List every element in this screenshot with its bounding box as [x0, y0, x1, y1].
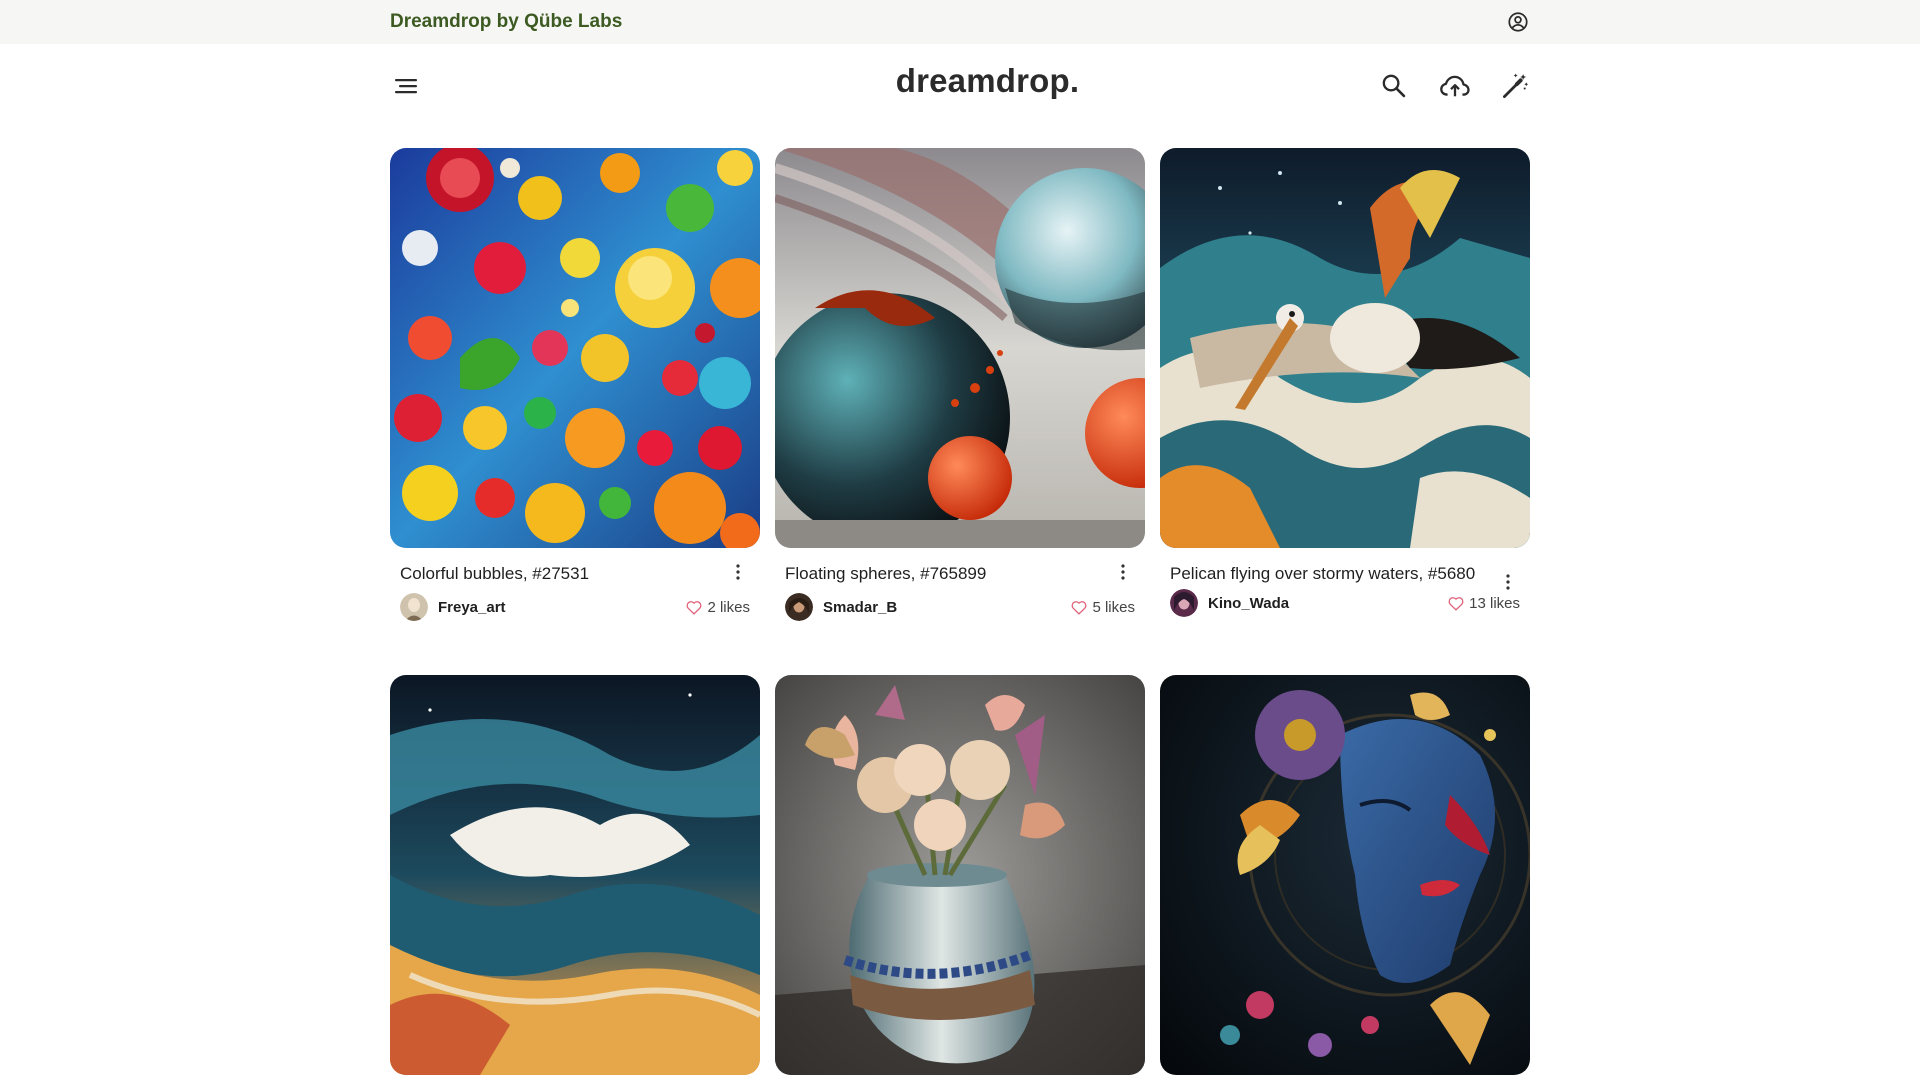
app-header: dreamdrop.	[0, 44, 1920, 124]
heart-icon	[1448, 596, 1464, 611]
floral-portrait-artwork	[1160, 675, 1530, 1075]
card-info: Floating spheres, #765899 Smadar_B 5 lik…	[775, 548, 1145, 621]
card-info: Colorful bubbles, #27531 Freya_art 2 lik…	[390, 548, 760, 621]
cloud-upload-icon	[1440, 75, 1470, 97]
artwork-image[interactable]	[775, 148, 1145, 548]
more-vertical-icon	[736, 564, 740, 580]
more-options-button[interactable]	[1113, 560, 1133, 584]
image-gallery: Colorful bubbles, #27531 Freya_art 2 lik…	[390, 148, 1532, 1075]
top-brand-bar: Dreamdrop by Qübe Labs	[0, 0, 1920, 44]
card-title[interactable]: Floating spheres, #765899	[785, 560, 1135, 587]
card-meta: Freya_art 2 likes	[400, 593, 750, 621]
likes-button[interactable]: 13 likes	[1448, 595, 1520, 612]
more-vertical-icon	[1121, 564, 1125, 580]
search-icon	[1382, 74, 1406, 98]
card-info: Pelican flying over stormy waters, #5680…	[1160, 548, 1530, 617]
heart-icon	[1072, 600, 1087, 615]
likes-count: 5 likes	[1092, 598, 1135, 616]
account-circle-icon	[1508, 12, 1528, 32]
author-name[interactable]: Kino_Wada	[1208, 595, 1289, 612]
author-name[interactable]: Freya_art	[438, 599, 506, 616]
menu-button[interactable]	[390, 70, 422, 102]
gallery-card	[390, 675, 760, 1075]
flower-vase-artwork	[775, 675, 1145, 1075]
card-title[interactable]: Colorful bubbles, #27531	[400, 560, 750, 587]
likes-count: 13 likes	[1469, 594, 1520, 612]
author-name[interactable]: Smadar_B	[823, 599, 897, 616]
upload-button[interactable]	[1437, 68, 1473, 104]
gallery-card: Floating spheres, #765899 Smadar_B 5 lik…	[775, 148, 1145, 675]
artwork-image[interactable]	[1160, 675, 1530, 1075]
card-meta: Kino_Wada 13 likes	[1170, 589, 1520, 617]
heart-icon	[687, 600, 702, 615]
artwork-image[interactable]	[390, 675, 760, 1075]
app-logo: dreamdrop.	[895, 62, 1080, 99]
artwork-image[interactable]	[775, 675, 1145, 1075]
colorful-bubbles-artwork	[390, 148, 760, 548]
avatar[interactable]	[785, 593, 813, 621]
likes-button[interactable]: 5 likes	[1071, 599, 1135, 616]
brand-title: Dreamdrop by Qübe Labs	[390, 11, 623, 32]
pelican-artwork	[1160, 148, 1530, 548]
account-button[interactable]	[1506, 10, 1530, 34]
likes-button[interactable]: 2 likes	[686, 599, 750, 616]
more-vertical-icon	[1506, 574, 1510, 590]
floating-spheres-artwork	[775, 148, 1145, 548]
more-options-button[interactable]	[728, 560, 748, 584]
card-meta: Smadar_B 5 likes	[785, 593, 1135, 621]
gallery-card	[1160, 675, 1530, 1075]
create-button[interactable]	[1497, 68, 1533, 104]
avatar[interactable]	[1170, 589, 1198, 617]
gallery-card	[775, 675, 1145, 1075]
card-title[interactable]: Pelican flying over stormy waters, #5680	[1170, 560, 1520, 587]
gallery-card: Pelican flying over stormy waters, #5680…	[1160, 148, 1530, 675]
search-button[interactable]	[1376, 68, 1412, 104]
stormy-ocean-artwork	[390, 675, 760, 1075]
likes-count: 2 likes	[707, 598, 750, 616]
artwork-image[interactable]	[390, 148, 760, 548]
artwork-image[interactable]	[1160, 148, 1530, 548]
more-options-button[interactable]	[1498, 570, 1518, 594]
magic-wand-icon	[1503, 73, 1529, 98]
menu-icon	[395, 79, 417, 94]
gallery-card: Colorful bubbles, #27531 Freya_art 2 lik…	[390, 148, 760, 675]
avatar[interactable]	[400, 593, 428, 621]
